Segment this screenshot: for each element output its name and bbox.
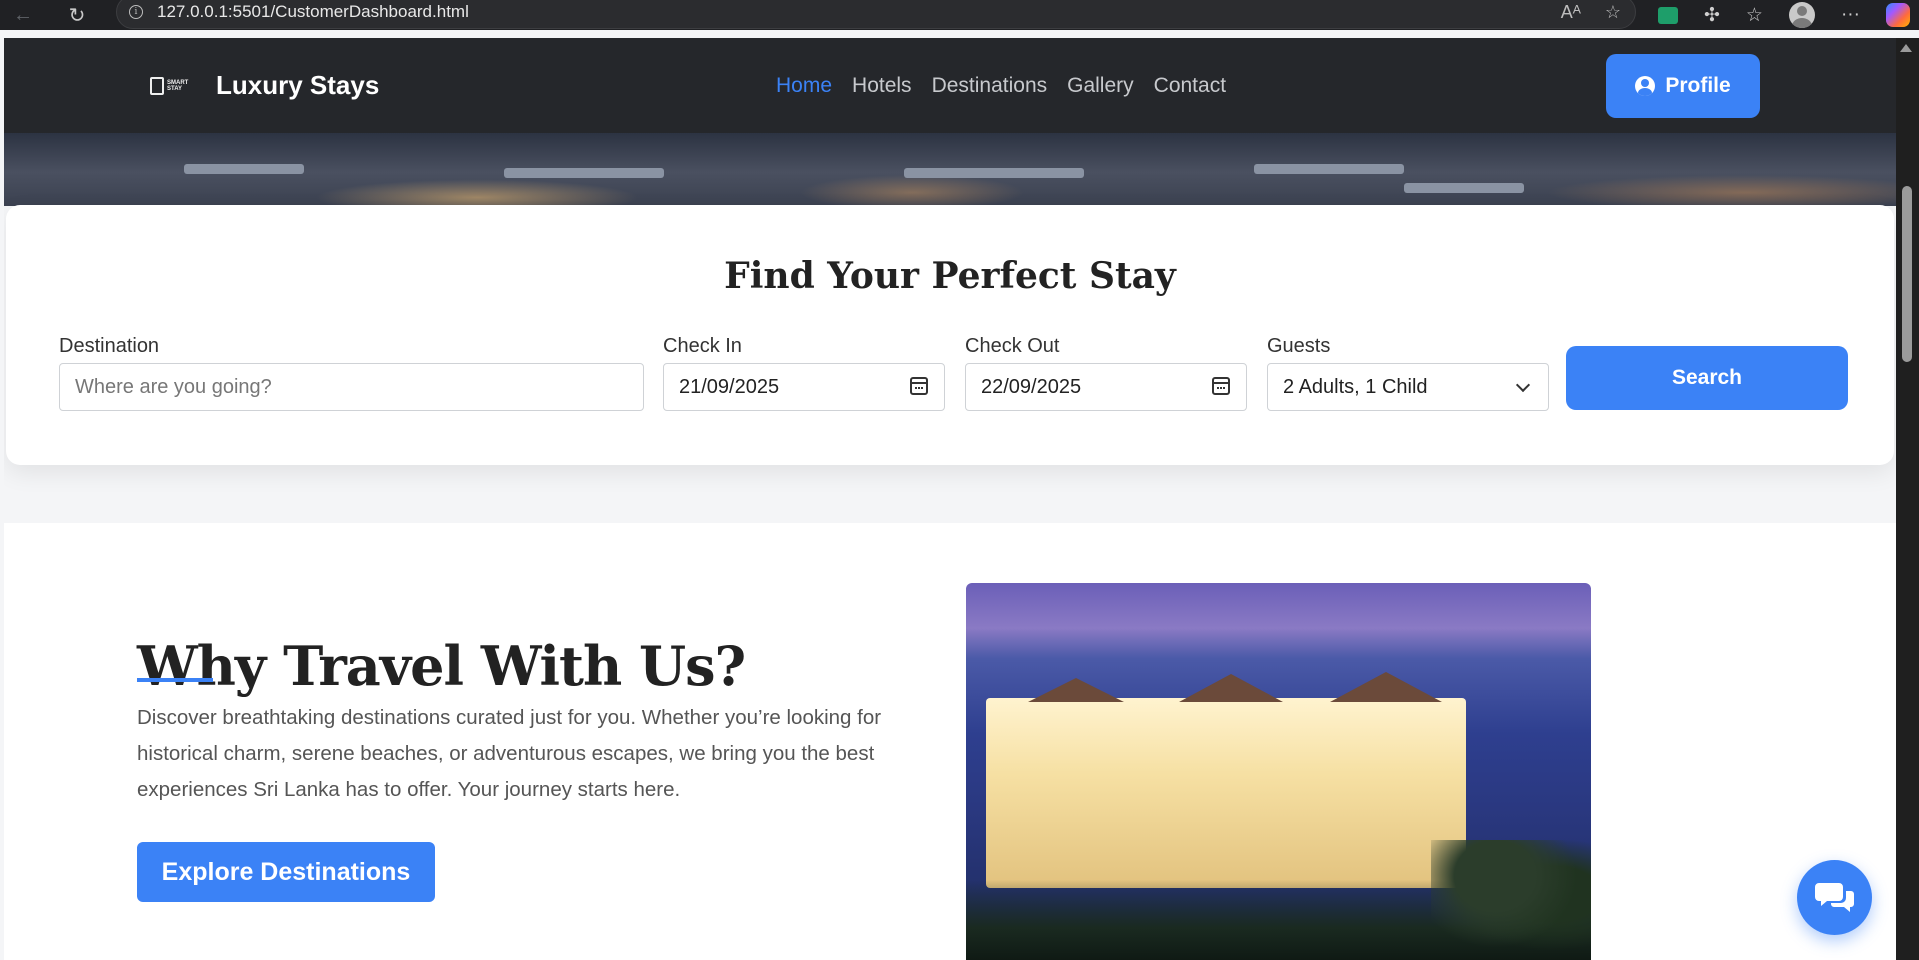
why-title: Why Travel With Us? [137,634,746,698]
guests-value: 2 Adults, 1 Child [1283,375,1428,398]
address-bar[interactable]: i 127.0.0.1:5501/CustomerDashboard.html … [116,0,1636,29]
favorites-icon[interactable]: ☆ [1746,4,1763,27]
reload-icon[interactable]: ↻ [62,0,92,30]
site-logo[interactable]: SMART STAY [150,73,194,99]
more-menu-icon[interactable]: ··· [1841,4,1860,26]
checkin-date-input[interactable]: 21/09/2025 [663,363,945,411]
site-navbar: SMART STAY Luxury Stays Home Hotels Dest… [4,38,1896,133]
logo-text-line1: SMART [167,79,189,86]
search-button[interactable]: Search [1566,346,1848,410]
explore-destinations-button[interactable]: Explore Destinations [137,842,435,902]
checkout-value: 22/09/2025 [981,375,1082,398]
hotel-image [966,583,1591,960]
read-aloud-icon[interactable]: Aᴬ [1561,2,1581,23]
chat-bubbles-icon [1814,882,1854,912]
browser-toolbar: ← ↻ i 127.0.0.1:5501/CustomerDashboard.h… [0,0,1919,30]
destination-input[interactable]: Where are you going? [59,363,644,411]
page-scrollbar[interactable] [1896,38,1919,960]
page-viewport: SMART STAY Luxury Stays Home Hotels Dest… [4,38,1896,960]
nav-link-hotels[interactable]: Hotels [852,74,912,98]
search-title: Find Your Perfect Stay [724,255,1176,297]
why-description: Discover breathtaking destinations curat… [137,706,882,801]
checkout-date-input[interactable]: 22/09/2025 [965,363,1247,411]
main-nav: Home Hotels Destinations Gallery Contact [776,38,1226,133]
browser-profile-avatar[interactable] [1788,2,1815,28]
user-circle-icon [1635,76,1656,96]
brand-name[interactable]: Luxury Stays [216,70,379,101]
guests-select[interactable]: 2 Adults, 1 Child [1267,363,1549,411]
nav-link-destinations[interactable]: Destinations [932,74,1048,98]
logo-text-line2: STAY [167,85,183,92]
puzzle-icon[interactable]: ✣ [1704,4,1720,27]
destination-label: Destination [59,335,160,357]
profile-button[interactable]: Profile [1606,54,1760,118]
destination-placeholder: Where are you going? [75,375,272,398]
back-arrow-icon[interactable]: ← [8,0,38,30]
address-url[interactable]: 127.0.0.1:5501/CustomerDashboard.html [157,2,469,22]
chat-button[interactable] [1797,860,1872,935]
search-card: Find Your Perfect Stay Destination Where… [6,205,1894,465]
copilot-icon[interactable] [1885,3,1910,27]
guests-label: Guests [1267,335,1331,357]
nav-link-contact[interactable]: Contact [1154,74,1226,98]
star-icon[interactable]: ☆ [1605,2,1621,23]
chevron-down-icon [1515,377,1531,393]
extension-icon[interactable] [1658,6,1678,24]
title-underline [137,678,213,682]
logo-icon [150,76,164,95]
checkout-label: Check Out [965,335,1060,357]
calendar-icon[interactable] [1212,377,1230,395]
scrollbar-thumb[interactable] [1902,186,1912,362]
profile-button-label: Profile [1665,74,1731,97]
checkin-label: Check In [663,335,742,357]
site-info-icon[interactable]: i [129,5,143,19]
calendar-icon[interactable] [910,377,928,395]
scroll-up-arrow-icon[interactable] [1900,44,1912,52]
nav-link-gallery[interactable]: Gallery [1067,74,1134,98]
nav-link-home[interactable]: Home [776,74,832,98]
checkin-value: 21/09/2025 [679,375,780,398]
